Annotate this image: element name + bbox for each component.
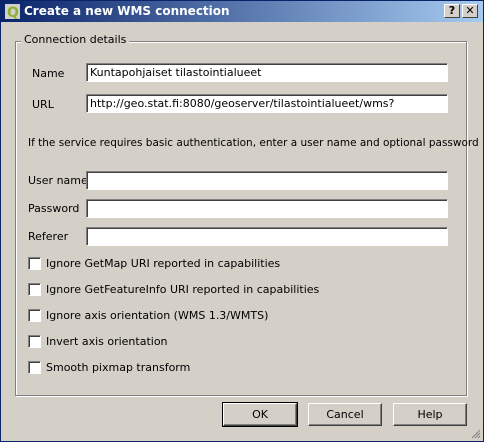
auth-info-text: If the service requires basic authentica… [28, 137, 479, 149]
ignore-getfeatureinfo-checkbox[interactable] [28, 283, 41, 296]
url-label: URL [32, 98, 54, 111]
password-label: Password [28, 202, 80, 215]
name-field[interactable] [86, 63, 448, 82]
username-label: User name [28, 174, 88, 187]
cancel-button[interactable]: Cancel [308, 403, 382, 426]
resize-grip-icon[interactable] [469, 427, 481, 439]
qgis-icon: Q [5, 4, 20, 19]
smooth-pixmap-label: Smooth pixmap transform [46, 361, 191, 374]
name-label: Name [32, 67, 65, 80]
username-field[interactable] [86, 171, 448, 190]
help-button[interactable]: Help [393, 403, 467, 426]
title-help-button[interactable]: ? [444, 4, 460, 18]
title-bar[interactable]: Q Create a new WMS connection ? ✕ [1, 1, 483, 22]
window-title: Create a new WMS connection [24, 4, 230, 18]
ignore-getmap-label: Ignore GetMap URI reported in capabiliti… [46, 257, 281, 270]
smooth-pixmap-checkbox[interactable] [28, 361, 41, 374]
ignore-axis-orientation-checkbox[interactable] [28, 309, 41, 322]
title-close-button[interactable]: ✕ [462, 4, 478, 18]
ignore-getmap-checkbox[interactable] [28, 257, 41, 270]
password-field[interactable] [86, 199, 448, 218]
ignore-getfeatureinfo-label: Ignore GetFeatureInfo URI reported in ca… [46, 283, 320, 296]
ignore-axis-orientation-label: Ignore axis orientation (WMS 1.3/WMTS) [46, 309, 269, 322]
url-field[interactable] [86, 94, 448, 113]
group-title: Connection details [21, 33, 130, 46]
referer-label: Referer [28, 230, 69, 243]
referer-field[interactable] [86, 227, 448, 246]
dialog-window: Q Create a new WMS connection ? ✕ Connec… [0, 0, 484, 442]
svg-text:Q: Q [7, 5, 19, 19]
ok-button[interactable]: OK [222, 402, 298, 427]
invert-axis-orientation-label: Invert axis orientation [46, 335, 168, 348]
invert-axis-orientation-checkbox[interactable] [28, 335, 41, 348]
